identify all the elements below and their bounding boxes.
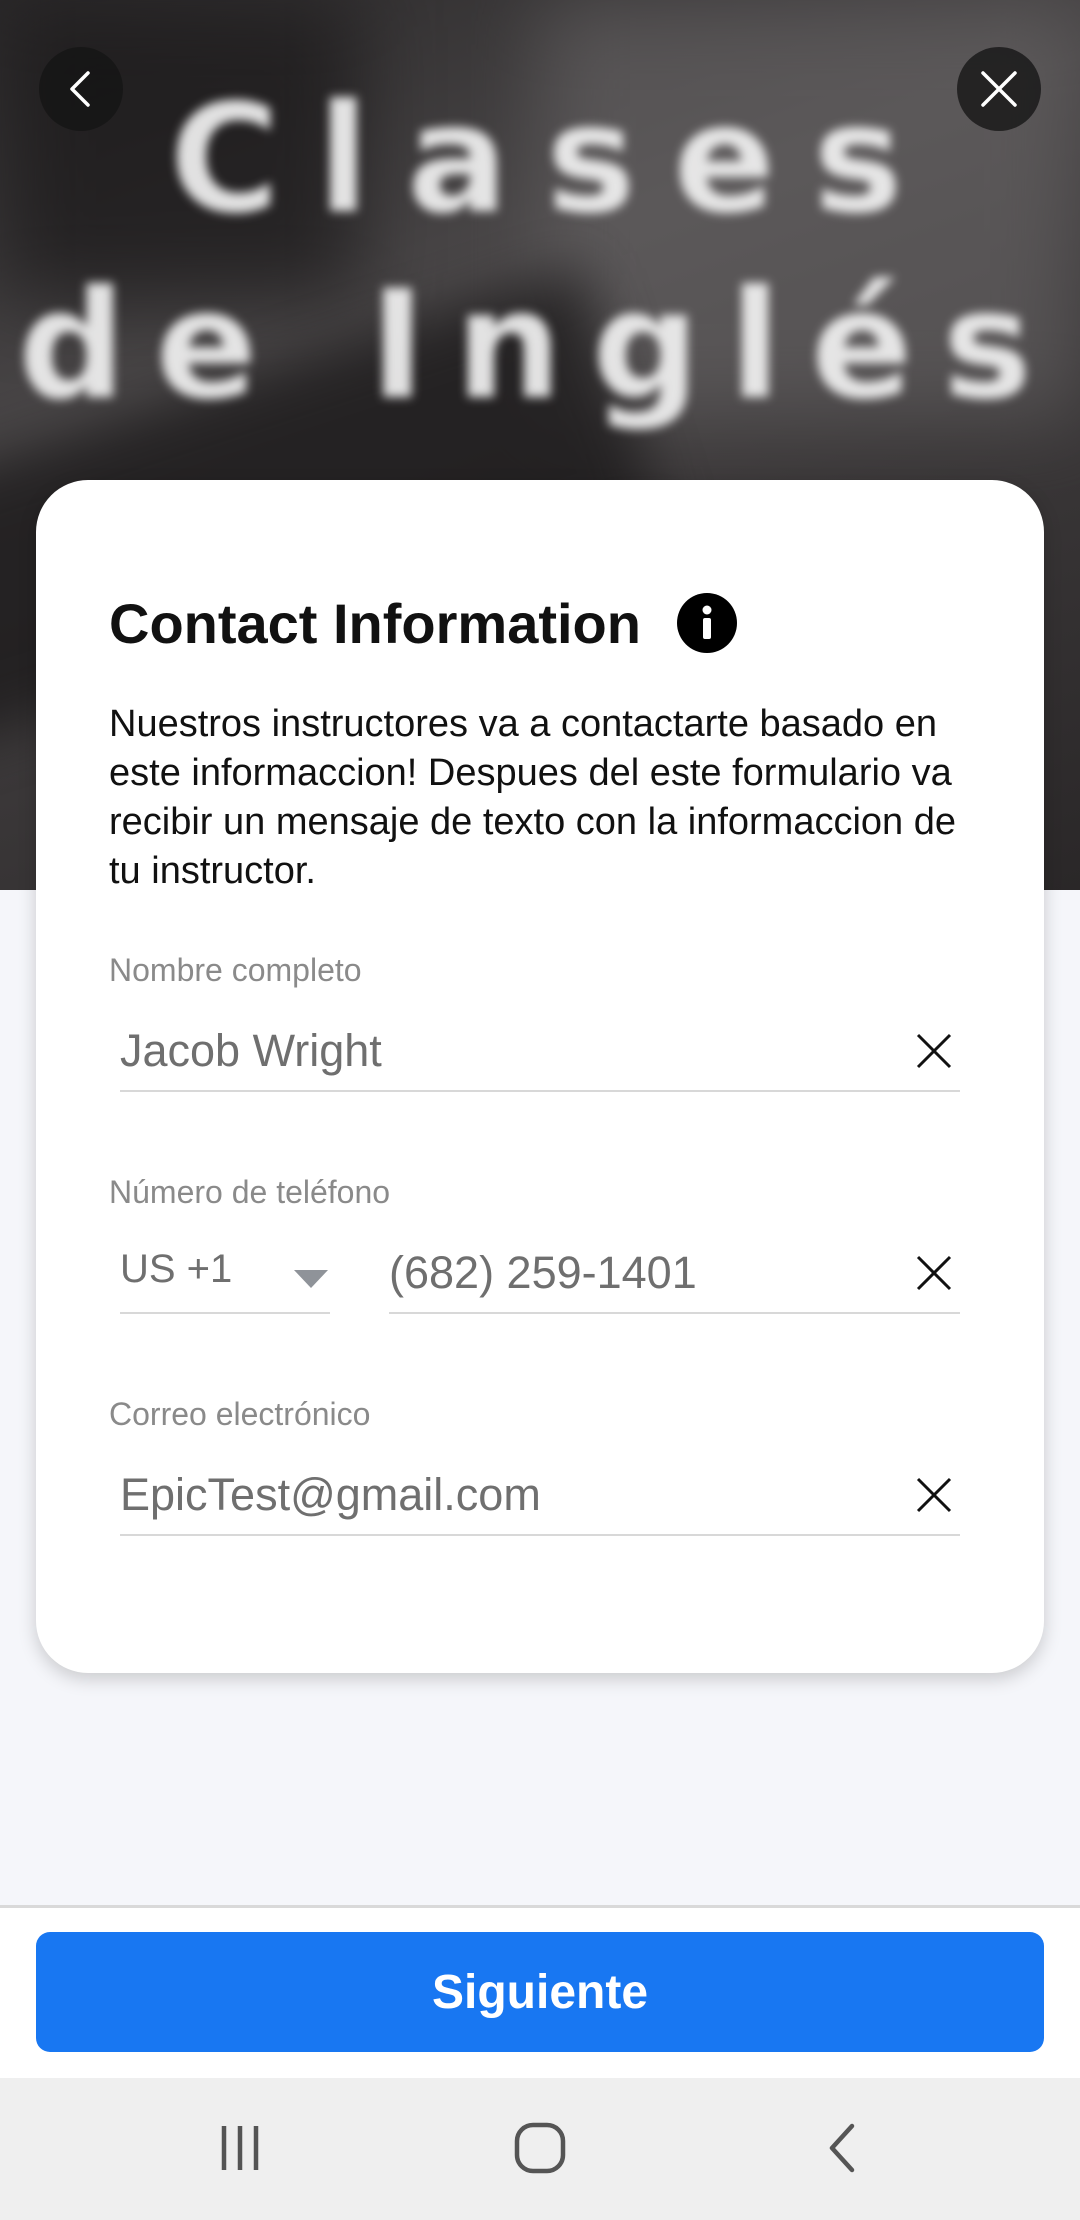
name-label: Nombre completo (109, 952, 362, 988)
system-nav-bar (0, 2078, 1080, 2220)
email-label: Correo electrónico (109, 1396, 371, 1432)
card-description: Nuestros instructores va a contactarte b… (109, 703, 957, 892)
hero-title-line2: de Inglés (18, 259, 1062, 433)
card-title: Contact Information (109, 591, 641, 655)
recent-apps-icon (221, 2126, 259, 2170)
country-code-select[interactable]: US +1 (120, 1234, 330, 1314)
email-input[interactable]: EpicTest@gmail.com (120, 1469, 910, 1521)
clear-email-button[interactable] (910, 1471, 958, 1519)
phone-field[interactable]: (682) 259-1401 (389, 1234, 960, 1314)
home-button[interactable] (490, 2108, 590, 2188)
hero-title: Clases de Inglés (0, 70, 1080, 436)
card-header: Contact Information (109, 588, 737, 658)
clear-x-icon (916, 1477, 952, 1513)
full-name-field[interactable]: Jacob Wright (120, 1012, 960, 1092)
home-icon (514, 2122, 566, 2174)
country-code-value: US +1 (120, 1246, 233, 1291)
hero-title-line1: Clases (169, 73, 941, 247)
clear-x-icon (916, 1255, 952, 1291)
clear-name-button[interactable] (910, 1027, 958, 1075)
next-button[interactable]: Siguiente (36, 1932, 1044, 2052)
clear-x-icon (916, 1033, 952, 1069)
full-name-input[interactable]: Jacob Wright (120, 1025, 910, 1077)
phone-input[interactable]: (682) 259-1401 (389, 1247, 910, 1299)
contact-info-card: Contact Information Nuestros instructore… (36, 480, 1044, 1673)
phone-label: Número de teléfono (109, 1174, 391, 1210)
clear-phone-button[interactable] (910, 1249, 958, 1297)
close-icon (981, 71, 1017, 107)
info-icon[interactable] (676, 593, 737, 653)
email-field[interactable]: EpicTest@gmail.com (120, 1456, 960, 1536)
back-icon (829, 2123, 855, 2173)
back-button[interactable] (39, 47, 123, 131)
close-button[interactable] (957, 47, 1041, 131)
recent-apps-button[interactable] (190, 2108, 290, 2188)
system-back-button[interactable] (794, 2108, 894, 2188)
caret-down-icon (294, 1270, 328, 1288)
info-glyph (702, 605, 712, 639)
chevron-left-icon (70, 71, 90, 107)
